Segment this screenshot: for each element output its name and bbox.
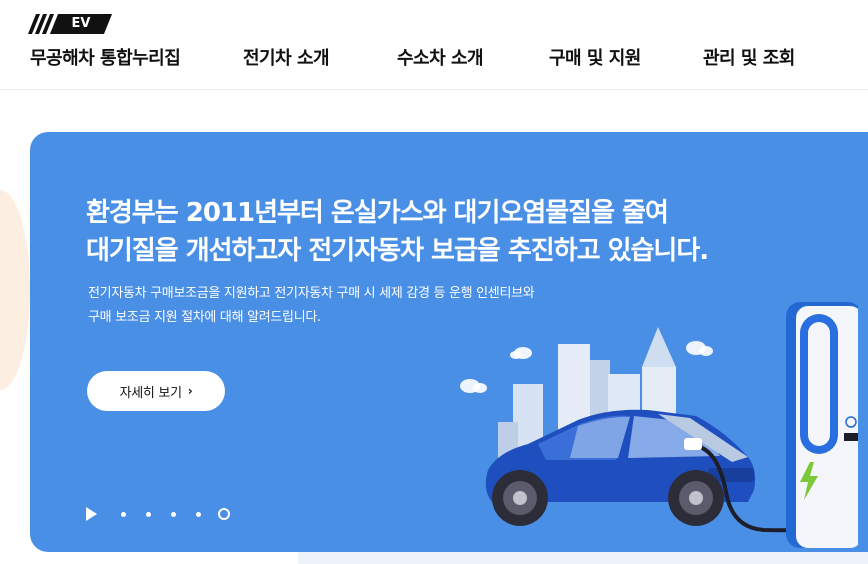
more-details-button[interactable]: 자세히 보기 › <box>87 371 225 411</box>
slide-dot[interactable] <box>196 511 201 517</box>
hero-title-line: 환경부는 2011년부터 온실가스와 대기오염물질을 줄여 <box>86 198 669 228</box>
nav-item-purchase-support[interactable]: 구매 및 지원 <box>549 44 641 70</box>
slide-dot[interactable] <box>171 511 176 517</box>
logo-badge-text: EV <box>71 16 91 31</box>
nav-item-hydrogen-intro[interactable]: 수소차 소개 <box>397 44 484 70</box>
hero-title-line: 대기질을 개선하고자 전기자동차 보급을 추진하고 있습니다. <box>86 236 709 266</box>
decorative-blob <box>0 190 30 390</box>
play-icon[interactable] <box>86 507 97 521</box>
charging-plug <box>684 438 702 450</box>
slide-dot[interactable] <box>146 511 151 517</box>
hero-desc-line: 구매 보조금 지원 절차에 대해 알려드립니다. <box>88 310 321 325</box>
chevron-right-icon: › <box>187 384 193 398</box>
cloud-icon <box>460 379 487 393</box>
slide-dot[interactable] <box>121 511 126 517</box>
hero-banner: 환경부는 2011년부터 온실가스와 대기오염물질을 줄여 대기질을 개선하고자… <box>30 132 868 552</box>
nav-item-ev-intro[interactable]: 전기차 소개 <box>243 44 330 70</box>
slider-controls <box>86 505 250 523</box>
slide-dot-active[interactable] <box>218 508 230 520</box>
cloud-icon <box>686 341 713 356</box>
more-details-label: 자세히 보기 <box>119 385 182 401</box>
site-header: EV 무공해차 통합누리집 전기차 소개 수소차 소개 구매 및 지원 관리 및… <box>0 0 868 90</box>
ev-logo-mark: EV <box>27 14 113 34</box>
charging-station <box>786 302 858 548</box>
hero-title: 환경부는 2011년부터 온실가스와 대기오염물질을 줄여 대기질을 개선하고자… <box>86 194 709 270</box>
ev-charging-illustration <box>460 302 858 548</box>
nav-item-management[interactable]: 관리 및 조회 <box>703 44 795 70</box>
site-logo[interactable]: EV <box>27 14 113 34</box>
site-title[interactable]: 무공해차 통합누리집 <box>30 44 181 70</box>
cloud-icon <box>510 347 532 359</box>
